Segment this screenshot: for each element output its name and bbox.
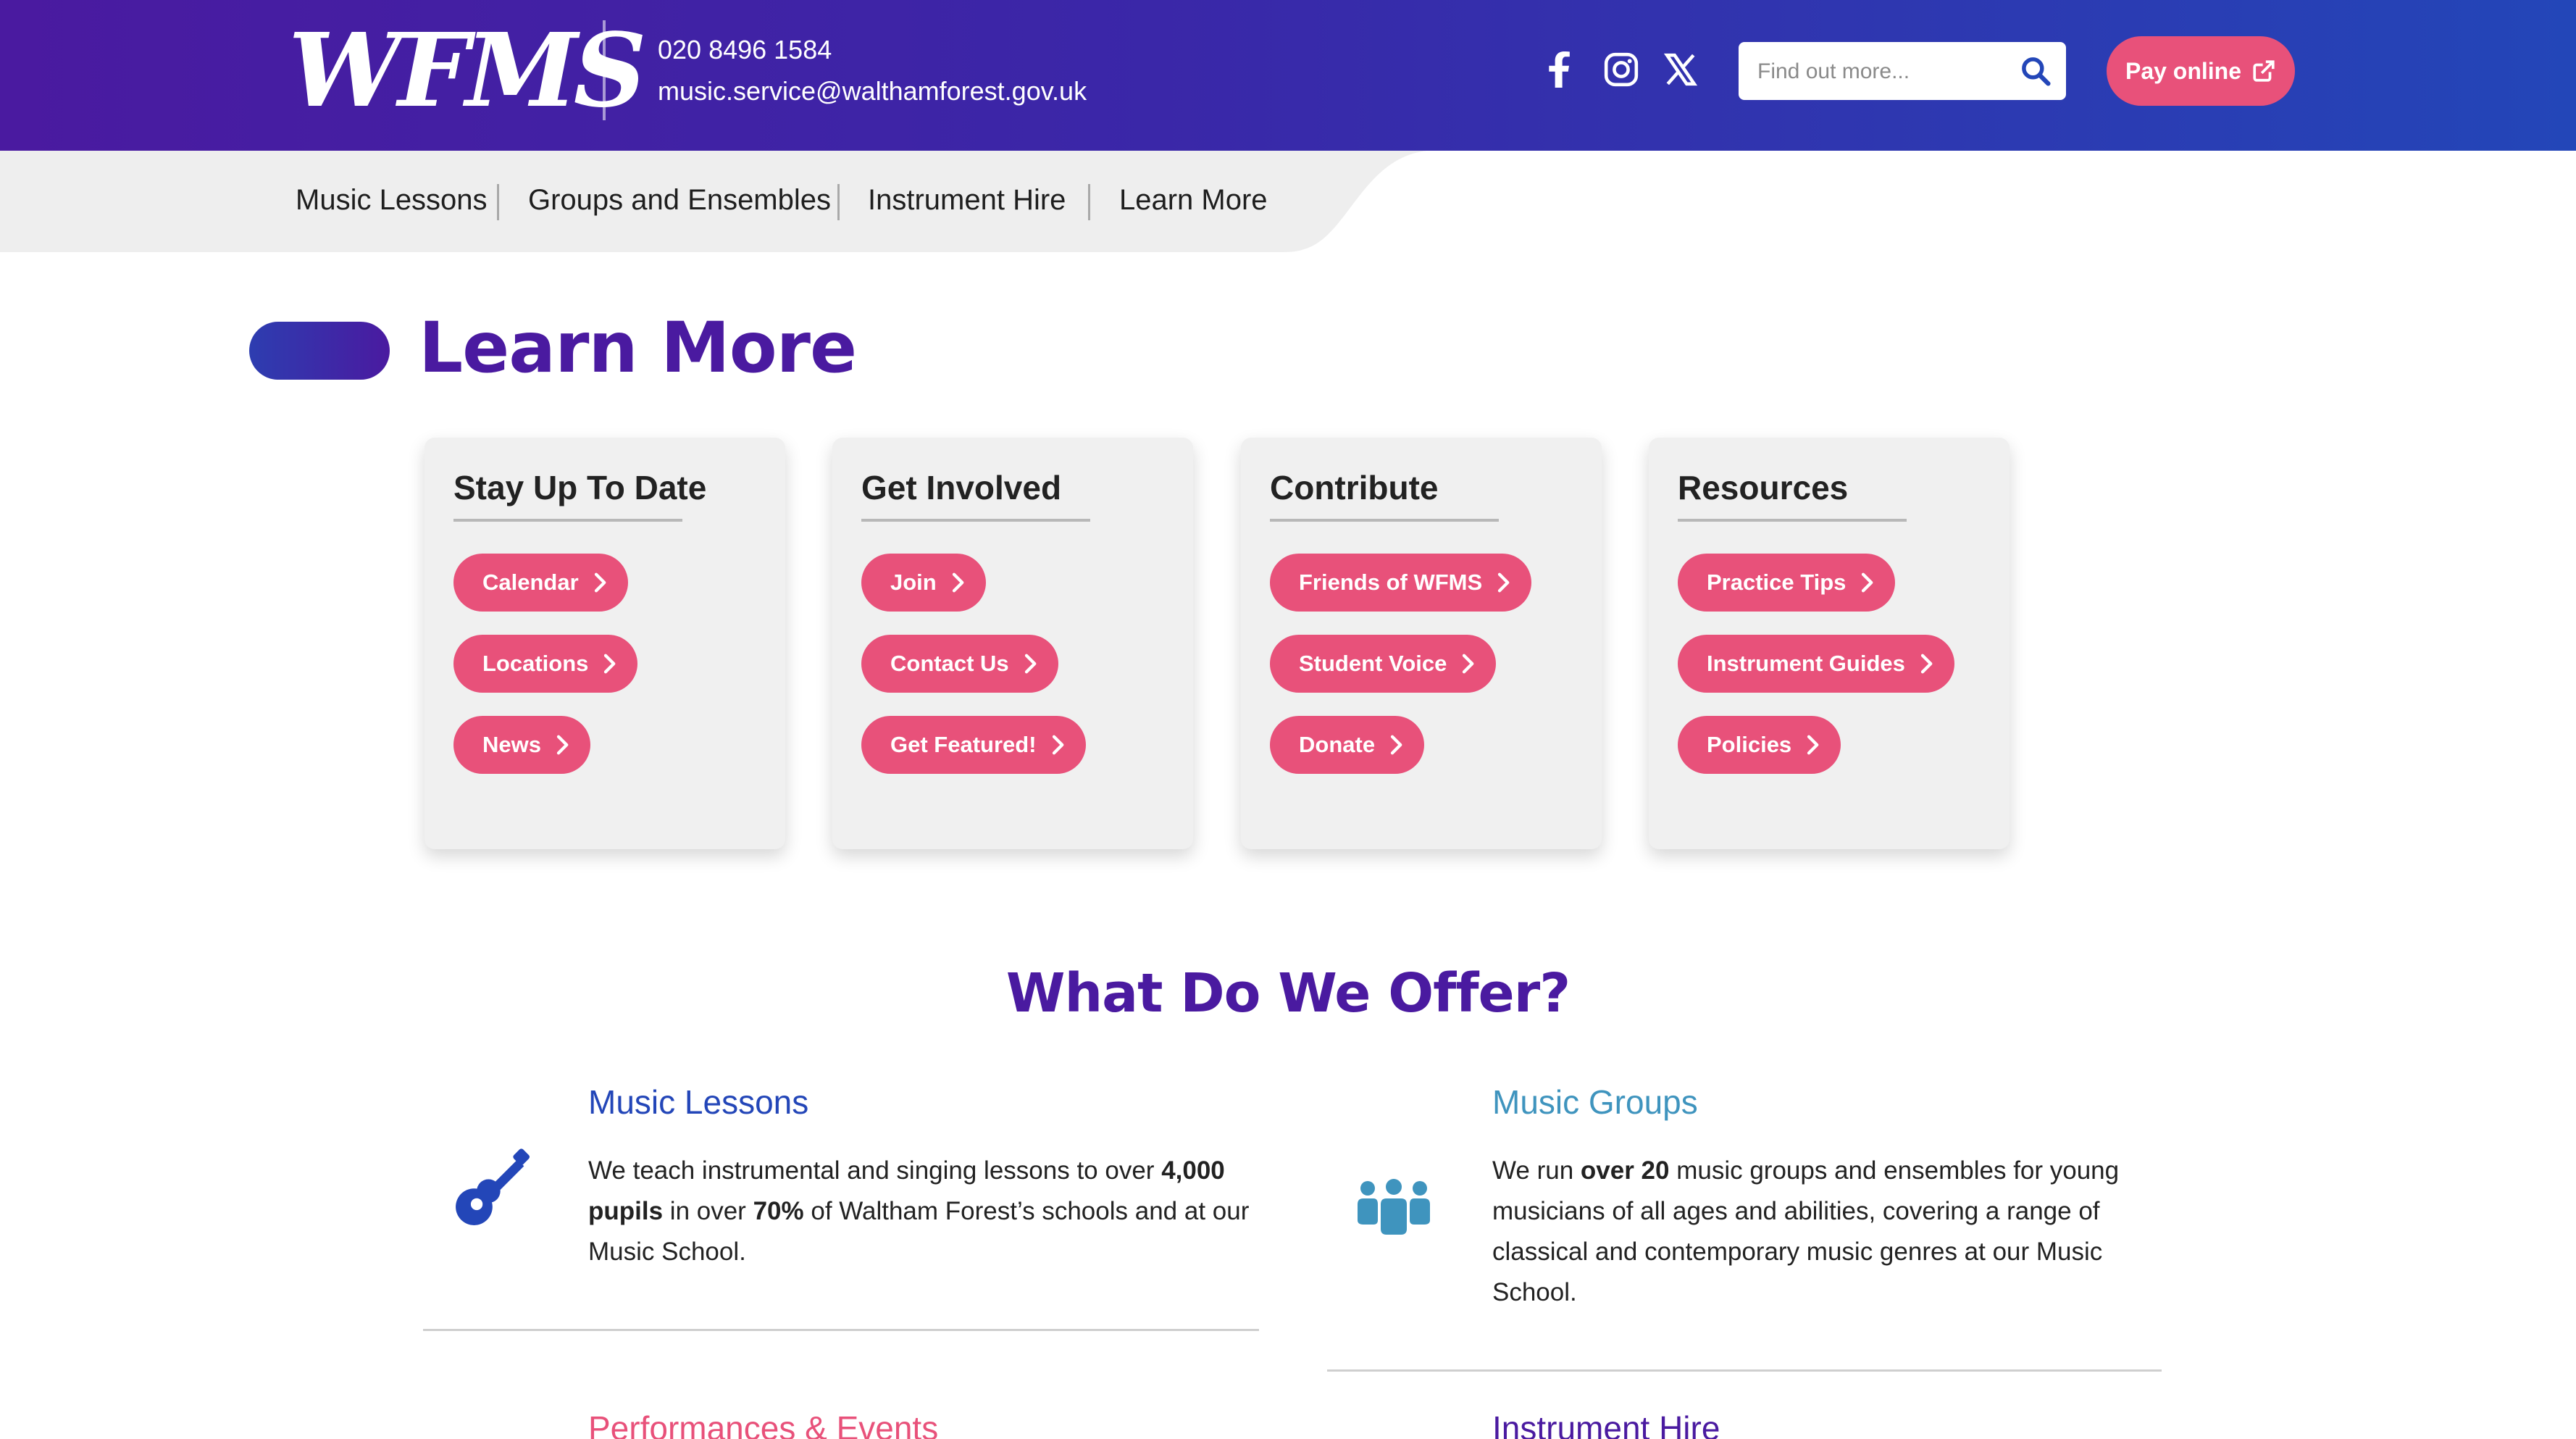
chevron-right-icon (1463, 654, 1474, 674)
link-label: Instrument Guides (1707, 651, 1905, 676)
chevron-right-icon (1920, 654, 1933, 674)
nav-item-music-lessons[interactable]: Music Lessons (296, 184, 488, 217)
link-label: Contact Us (890, 651, 1009, 676)
search-icon[interactable] (2015, 51, 2056, 91)
donate-link-button[interactable]: Donate (1270, 716, 1425, 774)
nav-separator (497, 184, 499, 220)
card-title: Stay Up To Date (453, 469, 707, 506)
chevron-right-icon (952, 572, 964, 593)
chevron-right-icon (1390, 735, 1402, 755)
friends-of-wfms-link-button[interactable]: Friends of WFMS (1270, 554, 1532, 612)
offer-divider (1327, 1369, 2162, 1372)
chevron-right-icon (1024, 654, 1037, 674)
link-label: Student Voice (1299, 651, 1447, 676)
locations-link-button[interactable]: Locations (453, 635, 638, 693)
offer-divider (423, 1329, 1259, 1331)
link-label: Donate (1299, 732, 1376, 757)
chevron-right-icon (1807, 735, 1819, 755)
page: WFMS 020 8496 1584 music.service@waltham… (0, 0, 2576, 1439)
offer-heading-instrument-hire[interactable]: Instrument Hire (1492, 1409, 1720, 1439)
offer-heading-music-groups[interactable]: Music Groups (1492, 1083, 1698, 1122)
practice-tips-link-button[interactable]: Practice Tips (1678, 554, 1896, 612)
card-stay-up-to-date: Stay Up To Date Calendar Locations News (425, 438, 785, 849)
get-featured-link-button[interactable]: Get Featured! (861, 716, 1086, 774)
policies-link-button[interactable]: Policies (1678, 716, 1841, 774)
card-contribute: Contribute Friends of WFMS Student Voice… (1241, 438, 1602, 849)
card-get-involved: Get Involved Join Contact Us Get Feature… (832, 438, 1193, 849)
text-highlight: over 20 (1580, 1156, 1670, 1185)
page-title: Learn More (419, 307, 857, 388)
offer-section-title: What Do We Offer? (1005, 962, 1571, 1025)
chevron-right-icon (1052, 735, 1063, 755)
link-label: Friends of WFMS (1299, 570, 1483, 595)
student-voice-link-button[interactable]: Student Voice (1270, 635, 1497, 693)
pay-online-label: Pay online (2125, 57, 2242, 84)
card-title: Get Involved (861, 469, 1062, 506)
guitar-icon (456, 1148, 530, 1225)
group-icon (1358, 1179, 1430, 1235)
external-link-icon (2253, 60, 2275, 82)
site-header: WFMS 020 8496 1584 music.service@waltham… (0, 0, 2576, 151)
link-label: Locations (482, 651, 589, 676)
offer-heading-music-lessons[interactable]: Music Lessons (588, 1083, 808, 1122)
offer-heading-performances-events[interactable]: Performances & Events (588, 1409, 938, 1439)
contact-email[interactable]: music.service@walthamforest.gov.uk (658, 76, 1087, 107)
card-resources: Resources Practice Tips Instrument Guide… (1649, 438, 2010, 849)
main-nav: Music Lessons Groups and Ensembles Instr… (0, 151, 1434, 252)
card-underline (1678, 519, 1907, 522)
x-icon[interactable] (1659, 48, 1702, 91)
instrument-guides-link-button[interactable]: Instrument Guides (1678, 635, 1954, 693)
offer-text-music-lessons: We teach instrumental and singing lesson… (588, 1151, 1255, 1272)
search-input[interactable] (1756, 42, 2005, 101)
link-label: Policies (1707, 732, 1792, 757)
link-label: Practice Tips (1707, 570, 1847, 595)
nav-separator (1088, 184, 1090, 220)
card-title: Resources (1678, 469, 1849, 506)
link-label: Get Featured! (890, 732, 1037, 757)
chevron-right-icon (556, 735, 569, 755)
join-link-button[interactable]: Join (861, 554, 986, 612)
text-part: in over (663, 1197, 753, 1225)
chevron-right-icon (1498, 572, 1510, 593)
chevron-right-icon (1862, 572, 1873, 593)
instagram-icon[interactable] (1599, 48, 1643, 91)
nav-item-learn-more[interactable]: Learn More (1119, 184, 1268, 217)
link-label: Join (890, 570, 937, 595)
link-label: Calendar (482, 570, 579, 595)
text-highlight: 70% (753, 1197, 804, 1225)
calendar-link-button[interactable]: Calendar (453, 554, 628, 612)
chevron-right-icon (594, 572, 606, 593)
card-underline (453, 519, 682, 522)
text-part: We teach instrumental and singing lesson… (588, 1156, 1162, 1185)
facebook-icon[interactable] (1540, 48, 1584, 91)
card-underline (861, 519, 1090, 522)
card-underline (1270, 519, 1499, 522)
nav-item-instrument-hire[interactable]: Instrument Hire (868, 184, 1066, 217)
pay-online-button[interactable]: Pay online (2107, 36, 2295, 106)
chevron-right-icon (604, 654, 616, 674)
card-title: Contribute (1270, 469, 1439, 506)
text-part: We run (1492, 1156, 1581, 1185)
offer-text-music-groups: We run over 20 music groups and ensemble… (1492, 1151, 2144, 1313)
header-divider (603, 20, 606, 120)
nav-item-groups-and-ensembles[interactable]: Groups and Ensembles (528, 184, 831, 217)
contact-phone[interactable]: 020 8496 1584 (658, 35, 832, 65)
site-logo[interactable]: WFMS (288, 13, 647, 129)
news-link-button[interactable]: News (453, 716, 590, 774)
contact-us-link-button[interactable]: Contact Us (861, 635, 1058, 693)
search-box (1739, 42, 2066, 101)
link-label: News (482, 732, 541, 757)
nav-separator (837, 184, 840, 220)
title-accent-pill (249, 322, 390, 380)
